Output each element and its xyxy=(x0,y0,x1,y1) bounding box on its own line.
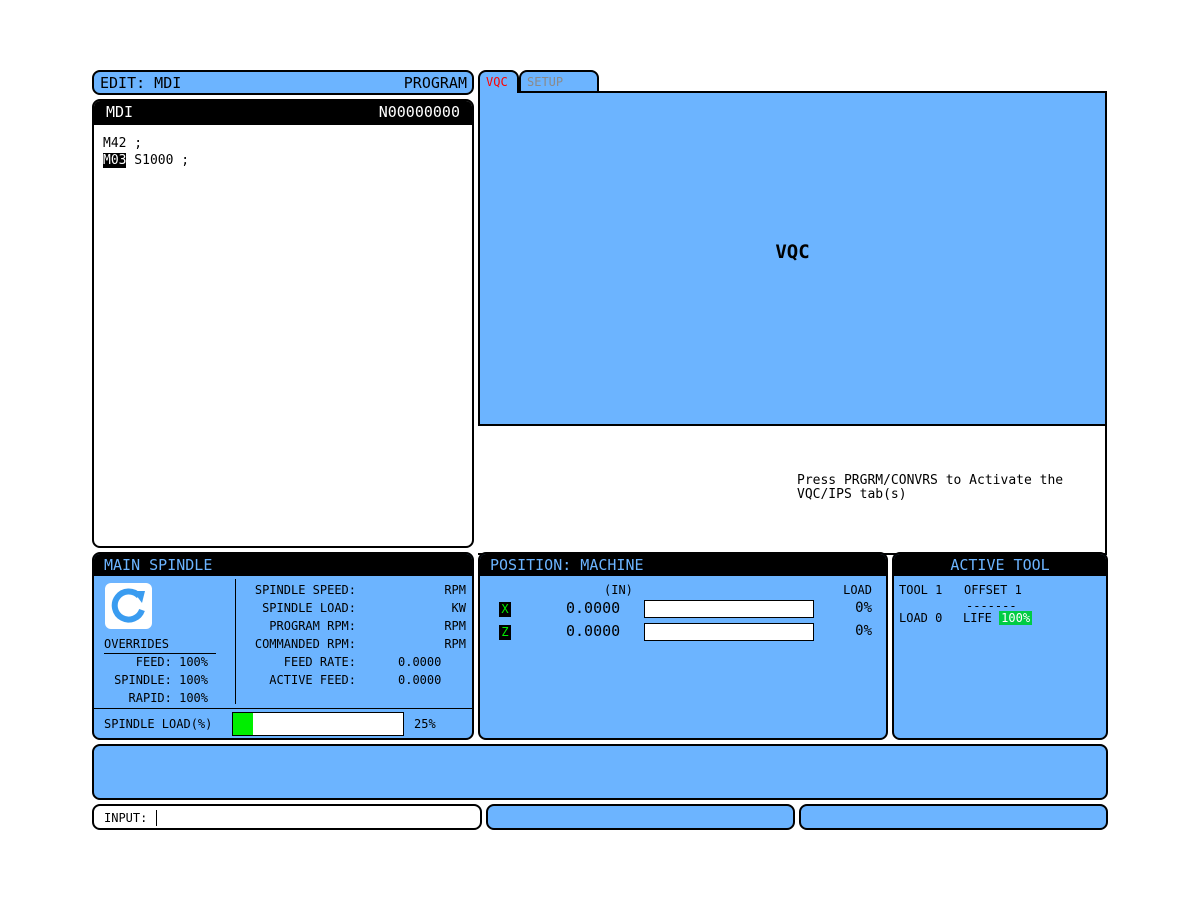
overrides-divider xyxy=(104,653,216,654)
spindle-load-divider xyxy=(94,708,472,709)
tool-number: TOOL 1 xyxy=(899,583,943,597)
position-panel: POSITION: MACHINE (IN) LOAD X 0.0000 0% … xyxy=(478,552,888,740)
program-rpm-label: PROGRAM RPM: xyxy=(269,619,356,633)
spindle-load-percent-value: 25% xyxy=(414,717,436,731)
override-rapid: RAPID: 100% xyxy=(128,691,208,705)
edit-mode-label: EDIT: MDI xyxy=(100,74,182,92)
vqc-content-area: VQC xyxy=(478,91,1107,426)
mdi-editor-panel[interactable]: MDI N00000000 M42 ; M03 S1000 ; xyxy=(92,99,474,548)
code-text: S1000 ; xyxy=(126,153,190,168)
code-cursor-word[interactable]: M03 xyxy=(103,153,127,168)
active-feed-label: ACTIVE FEED: xyxy=(269,673,356,687)
tool-life-value: 100% xyxy=(999,611,1033,625)
commanded-rpm-label: COMMANDED RPM: xyxy=(254,637,356,651)
spindle-speed-unit: RPM xyxy=(444,583,466,597)
override-spindle: SPINDLE: 100% xyxy=(114,673,208,687)
commanded-rpm-unit: RPM xyxy=(444,637,466,651)
axis-z-badge: Z xyxy=(499,625,511,640)
code-line[interactable]: M03 S1000 ; xyxy=(103,152,189,169)
spindle-load-bar xyxy=(232,712,404,736)
vqc-activation-message: Press PRGRM/CONVRS to Activate the VQC/I… xyxy=(797,473,1064,502)
status-box-left xyxy=(486,804,795,830)
edit-section-label: PROGRAM xyxy=(403,74,467,92)
spindle-load-bar-fill xyxy=(233,713,254,735)
mdi-code-area[interactable]: M42 ; M03 S1000 ; xyxy=(103,135,189,169)
active-tool-title: ACTIVE TOOL xyxy=(894,554,1106,576)
axis-x-badge: X xyxy=(499,602,511,617)
tool-life-label: LIFE xyxy=(963,611,992,625)
message-bar xyxy=(92,744,1108,800)
input-caret xyxy=(156,810,157,826)
input-label: INPUT: xyxy=(104,811,148,825)
spindle-load-label: SPINDLE LOAD: xyxy=(262,601,356,615)
axis-z-load: 0% xyxy=(855,623,872,639)
active-feed-value: 0.0000 xyxy=(398,673,442,687)
vqc-label: VQC xyxy=(775,241,810,263)
input-field[interactable]: INPUT: xyxy=(92,804,482,830)
mdi-sequence-number: N00000000 xyxy=(378,103,460,121)
spindle-divider xyxy=(235,579,236,704)
override-feed: FEED: 100% xyxy=(135,655,208,669)
mdi-titlebar: MDI N00000000 xyxy=(94,101,472,125)
edit-header: EDIT: MDI PROGRAM xyxy=(92,70,474,95)
position-units: (IN) xyxy=(604,583,633,597)
spindle-load-percent-label: SPINDLE LOAD(%) xyxy=(104,717,213,731)
overrides-heading: OVERRIDES xyxy=(104,637,170,651)
rotate-cw-icon xyxy=(105,583,152,629)
feed-rate-label: FEED RATE: xyxy=(283,655,356,669)
tool-load: LOAD 0 xyxy=(899,611,943,625)
main-spindle-panel: MAIN SPINDLE OVERRIDES FEED: 100% SPINDL… xyxy=(92,552,474,740)
spindle-load-unit: KW xyxy=(451,601,466,615)
axis-x-load-bar xyxy=(644,600,814,618)
axis-z-value: 0.0000 xyxy=(566,622,621,640)
tab-vqc[interactable]: VQC xyxy=(478,70,519,93)
main-spindle-title: MAIN SPINDLE xyxy=(94,554,472,576)
axis-x-load: 0% xyxy=(855,600,872,616)
feed-rate-value: 0.0000 xyxy=(398,655,442,669)
status-box-right xyxy=(799,804,1108,830)
position-load-header: LOAD xyxy=(843,583,872,597)
axis-x-value: 0.0000 xyxy=(566,599,621,617)
spindle-speed-label: SPINDLE SPEED: xyxy=(254,583,356,597)
code-text: M42 ; xyxy=(103,136,143,151)
active-tool-panel: ACTIVE TOOL TOOL 1 OFFSET 1 ------- LOAD… xyxy=(892,552,1108,740)
tab-setup[interactable]: SETUP xyxy=(519,70,599,93)
tool-life: LIFE 100% xyxy=(963,611,1033,625)
position-title: POSITION: MACHINE xyxy=(480,554,886,576)
code-line[interactable]: M42 ; xyxy=(103,135,189,152)
program-rpm-unit: RPM xyxy=(444,619,466,633)
axis-z-load-bar xyxy=(644,623,814,641)
tool-offset: OFFSET 1 xyxy=(964,583,1022,597)
mdi-title: MDI xyxy=(106,103,134,121)
